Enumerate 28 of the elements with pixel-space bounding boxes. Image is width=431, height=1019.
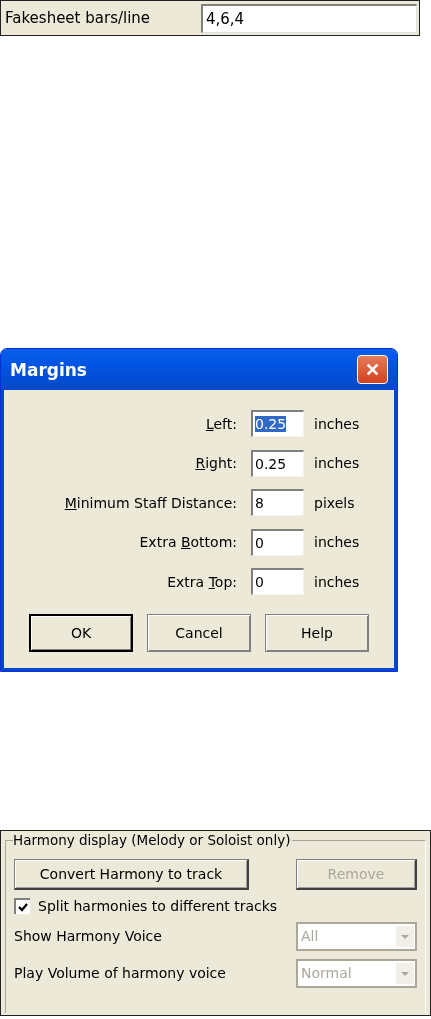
combo-label: Play Volume of harmony voice — [14, 965, 226, 981]
dialog-title: Margins — [10, 359, 87, 380]
group-legend: Harmony display (Melody or Soloist only) — [13, 832, 293, 848]
unit-label: pixels — [314, 494, 355, 511]
close-button[interactable]: ✕ — [357, 355, 388, 384]
unit-label: inches — [314, 455, 360, 472]
field-label: Fakesheet bars/line — [5, 9, 152, 27]
input-field[interactable]: 8 — [251, 489, 304, 517]
field-label: Extra Top: — [166, 573, 237, 590]
dialog-button[interactable]: Help — [265, 613, 369, 652]
field-label: Minimum Staff Distance: — [63, 494, 237, 511]
checkbox-label: Split harmonies to different tracks — [38, 898, 278, 914]
unit-label: inches — [314, 415, 360, 432]
input-field[interactable]: 0 — [251, 568, 304, 596]
dialog-button[interactable]: Cancel — [147, 613, 251, 652]
unit-label: inches — [314, 534, 360, 551]
field-label: Right: — [194, 455, 237, 472]
combo-label: Show Harmony Voice — [14, 928, 162, 944]
input-field[interactable]: 0.25 — [251, 410, 304, 438]
checkbox[interactable] — [14, 898, 30, 914]
field-label: Extra Bottom: — [138, 534, 237, 551]
dialog-button[interactable]: OK — [29, 613, 133, 652]
bars-per-line-field[interactable]: 4,6,4 — [201, 3, 417, 33]
field-label: Left: — [204, 415, 237, 432]
unit-label: inches — [314, 573, 360, 590]
input-field[interactable]: 0.25 — [251, 449, 304, 477]
action-button[interactable]: Convert Harmony to track — [14, 859, 249, 890]
input-field[interactable]: 0 — [251, 528, 304, 556]
